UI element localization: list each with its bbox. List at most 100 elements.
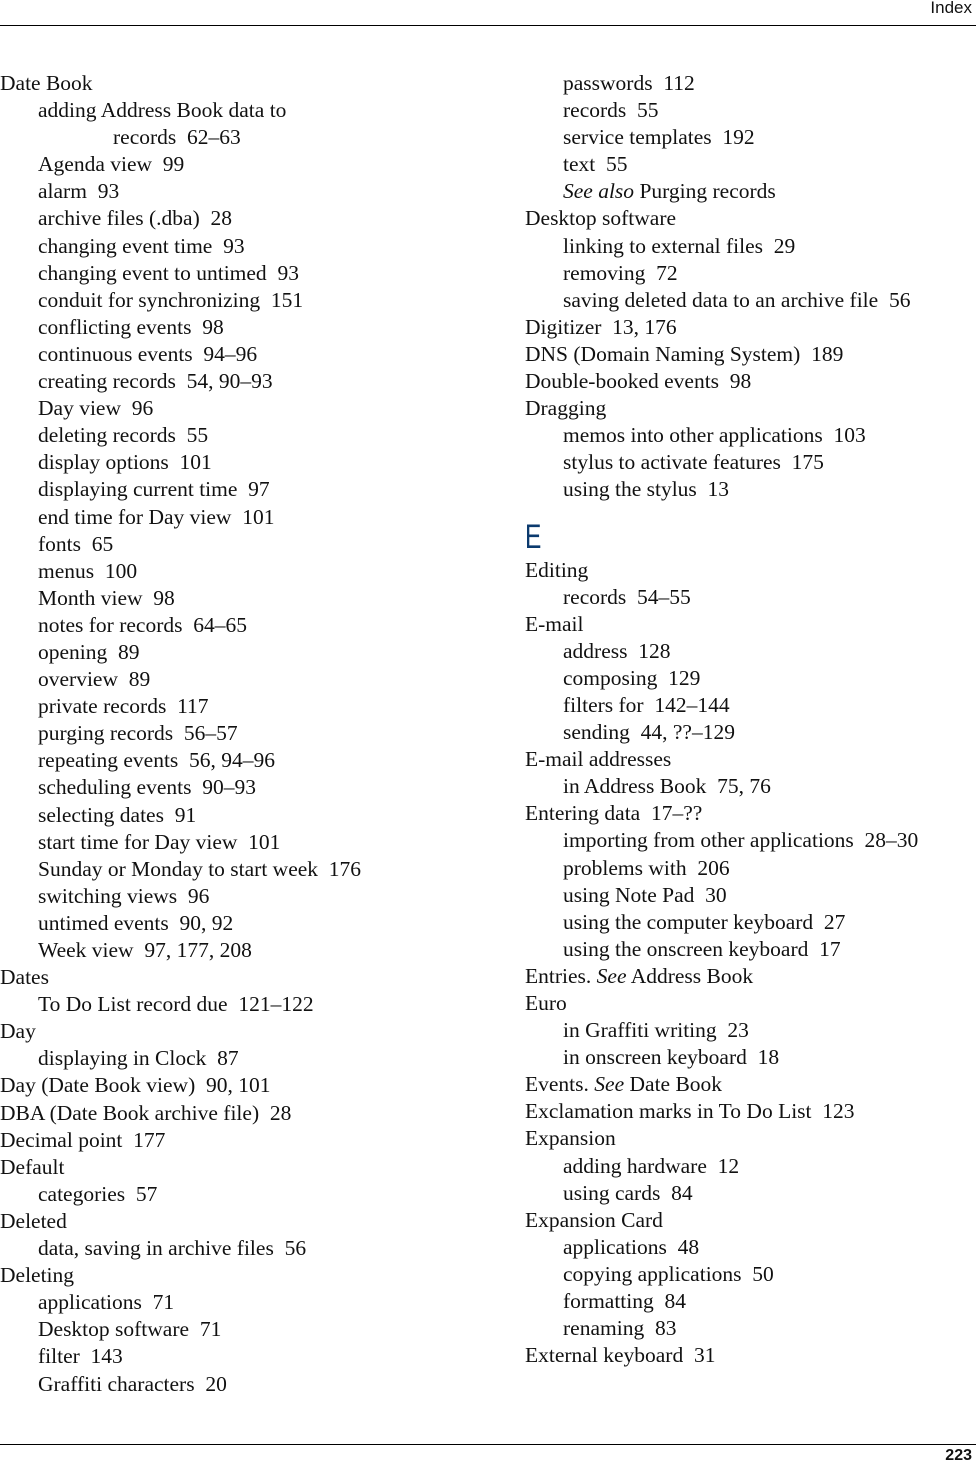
entry-term: renaming	[563, 1316, 645, 1341]
index-entry: Dates	[0, 964, 500, 991]
index-entry: E-mail	[525, 611, 976, 638]
index-subentry: Sunday or Monday to start week 176	[0, 856, 500, 883]
entry-page-numbers: 30	[705, 882, 727, 907]
entry-page-numbers: 129	[668, 665, 701, 690]
entry-term: Day view	[38, 396, 121, 421]
entry-term: Day (Date Book view)	[0, 1073, 196, 1098]
entry-page-numbers: 71	[199, 1317, 222, 1342]
index-subentry: adding Address Book data to	[0, 97, 500, 124]
entry-term: in Graffiti writing	[563, 1018, 717, 1043]
entry-page-numbers: 29	[773, 233, 796, 258]
index-subentry: filters for 142–144	[525, 692, 976, 719]
entry-page-numbers: 123	[822, 1099, 855, 1124]
index-subentry: records 54–55	[525, 584, 976, 611]
index-subentry: adding hardware 12	[525, 1153, 976, 1180]
entry-term: applications	[38, 1290, 142, 1315]
index-subentry: using the stylus 13	[525, 476, 976, 503]
see-reference-target: Date Book	[624, 1072, 723, 1097]
entry-term: sending	[563, 720, 630, 745]
entry-term: E-mail	[525, 611, 584, 636]
entry-page-numbers: 13, 176	[612, 314, 677, 339]
entry-term: Date Book	[0, 71, 93, 95]
index-subentry: To Do List record due 121–122	[0, 991, 500, 1018]
entry-term: External keyboard	[525, 1343, 684, 1368]
entry-page-numbers: 176	[328, 856, 362, 881]
entry-page-numbers: 206	[697, 855, 730, 880]
entry-term: scheduling events	[38, 775, 192, 800]
index-subentry: archive files (.dba) 28	[0, 205, 500, 232]
index-column-left: Date Book adding Address Book data to reco…	[0, 70, 500, 1398]
index-subentry: in Address Book 75, 76	[525, 773, 976, 800]
index-entry: DBA (Date Book archive file) 28	[0, 1100, 500, 1127]
index-entry: Desktop software	[525, 205, 976, 232]
see-reference-target: Address Book	[626, 963, 754, 988]
entry-term: conflicting events	[38, 314, 192, 339]
entry-term: linking to external files	[563, 233, 764, 258]
entry-page-numbers: 17–??	[650, 801, 703, 826]
index-subentry: changing event to untimed 93	[0, 260, 500, 287]
entry-page-numbers: 98	[202, 314, 224, 339]
entry-term: Sunday or Monday to start week	[38, 856, 319, 881]
entry-page-numbers: 83	[654, 1316, 677, 1341]
entry-page-numbers: 55	[186, 423, 209, 448]
index-entry: Euro	[525, 990, 976, 1017]
entry-page-numbers: 90, 92	[179, 910, 234, 935]
entry-term: deleting records	[38, 423, 176, 448]
entry-term: repeating events	[38, 748, 179, 773]
index-entry: Digitizer 13, 176	[525, 314, 976, 341]
entry-term: Editing	[525, 557, 589, 582]
entry-term: records	[563, 98, 627, 123]
index-entry: Day (Date Book view) 90, 101	[0, 1072, 500, 1099]
entry-term: Euro	[525, 991, 567, 1015]
entry-term: adding hardware	[563, 1153, 707, 1178]
entry-term: in onscreen keyboard	[563, 1045, 747, 1070]
index-subentry: display options 101	[0, 449, 500, 476]
entry-page-numbers: 189	[811, 341, 844, 366]
entry-page-numbers: 117	[177, 694, 209, 719]
entry-term: copying applications	[563, 1261, 742, 1286]
entry-page-numbers: 13	[707, 477, 730, 502]
entry-page-numbers: 89	[128, 667, 151, 692]
index-subentry: using Note Pad 30	[525, 882, 976, 909]
entry-page-numbers: 175	[791, 450, 824, 475]
entry-term: conduit for synchronizing	[38, 287, 261, 312]
index-subentry: copying applications 50	[525, 1261, 976, 1288]
entry-page-numbers: 90, 101	[205, 1073, 271, 1098]
index-entry: External keyboard 31	[525, 1342, 976, 1369]
entry-page-numbers: 17	[819, 936, 841, 961]
index-subentry: switching views 96	[0, 883, 500, 910]
index-subentry: formatting 84	[525, 1288, 976, 1315]
entry-term: using Note Pad	[563, 882, 695, 907]
index-subentry: using the computer keyboard 27	[525, 909, 976, 936]
entry-page-numbers: 101	[242, 504, 275, 529]
entry-page-numbers: 23	[727, 1018, 749, 1043]
index-entry: Double-booked events 98	[525, 368, 976, 395]
entry-term: address	[563, 638, 628, 663]
index-subentry: applications 48	[525, 1234, 976, 1261]
index-subentry: in Graffiti writing 23	[525, 1017, 976, 1044]
index-subentry: importing from other applications 28–30	[525, 827, 976, 854]
index-subentry: See also Purging records	[525, 178, 976, 205]
index-entry: Expansion Card	[525, 1207, 976, 1234]
entry-page-numbers: 57	[135, 1181, 158, 1206]
index-subentry: categories 57	[0, 1181, 500, 1208]
index-subentry: composing 129	[525, 665, 976, 692]
entry-page-numbers: 142–144	[654, 692, 730, 717]
index-entry: Expansion	[525, 1125, 976, 1152]
entry-page-numbers: 28	[210, 206, 233, 231]
index-subentry: passwords 112	[525, 70, 976, 97]
index-subentry: selecting dates 91	[0, 802, 500, 829]
entry-page-numbers: 101	[179, 450, 212, 475]
index-entry: Entering data 17–??	[525, 800, 976, 827]
entry-term: end time for Day view	[38, 504, 232, 529]
entry-page-numbers: 56, 94–96	[189, 748, 276, 773]
entry-term: overview	[38, 667, 118, 692]
entry-page-numbers: 84	[671, 1180, 693, 1205]
entry-page-numbers: 50	[752, 1261, 774, 1286]
see-reference-label: See	[594, 1072, 625, 1097]
index-entry: Deleted	[0, 1208, 500, 1235]
index-subentry: using cards 84	[525, 1180, 976, 1207]
index-subentry: untimed events 90, 92	[0, 910, 500, 937]
entry-term: Desktop software	[525, 206, 677, 231]
index-subentry: continuous events 94–96	[0, 341, 500, 368]
